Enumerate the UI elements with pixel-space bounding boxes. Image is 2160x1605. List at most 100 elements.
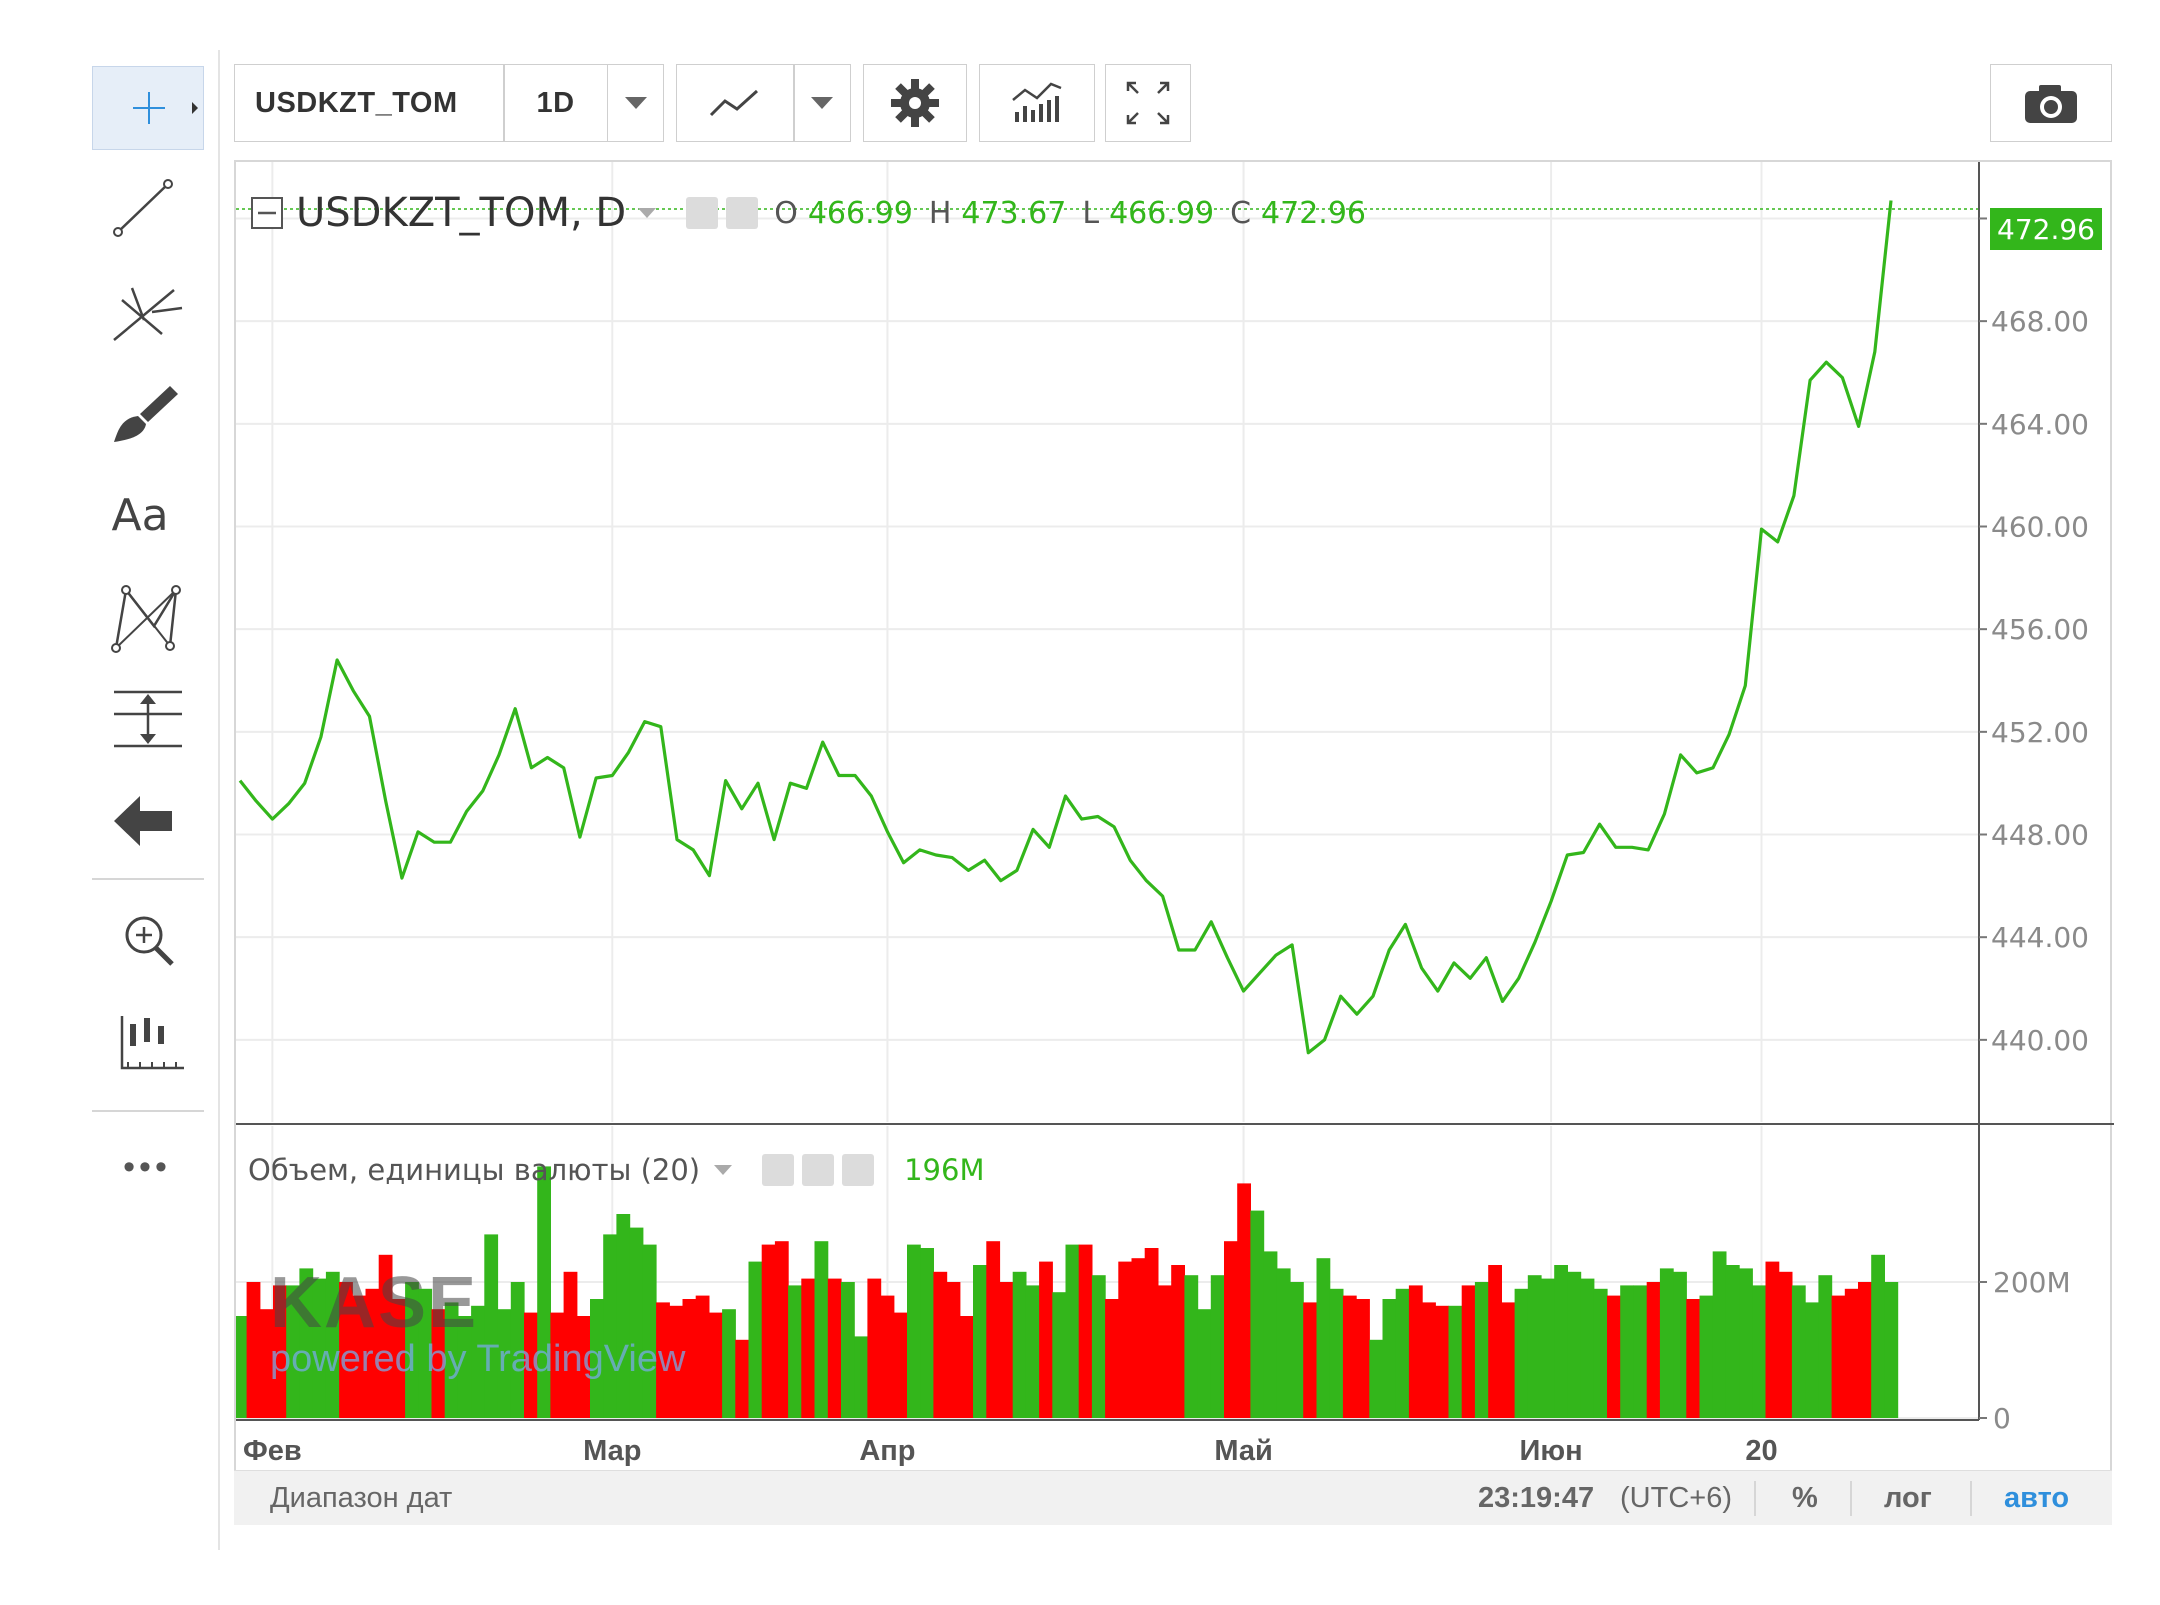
volume-bar [1712, 1251, 1727, 1418]
chevron-down-icon[interactable] [714, 1165, 733, 1175]
last-price-tag: 472.96 [1990, 208, 2102, 250]
gear-icon[interactable] [802, 1154, 835, 1186]
zoom-tool[interactable] [92, 898, 202, 980]
measure-icon [114, 690, 182, 748]
gear-icon[interactable] [726, 197, 759, 229]
gear-icon [891, 79, 939, 127]
volume-bar [748, 1261, 763, 1418]
volume-bar [1501, 1302, 1516, 1418]
volume-bar [1858, 1282, 1872, 1418]
volume-bar [1105, 1299, 1119, 1418]
volume-bar [1831, 1295, 1846, 1418]
chevron-down-icon [624, 97, 647, 109]
volume-bar [722, 1309, 736, 1418]
volume-bar [1171, 1265, 1185, 1418]
snapshot-button[interactable] [1990, 64, 2112, 142]
indicators-icon [1012, 82, 1062, 122]
pattern-tool[interactable] [92, 576, 202, 658]
x-tick-label: Июн [1520, 1435, 1583, 1467]
drawing-toolbar: Aa ••• [86, 50, 216, 1550]
volume-bar [959, 1316, 974, 1418]
y-tick-label: 456.00 [1991, 613, 2089, 646]
symbol-label: USDKZT_TOM [255, 86, 458, 119]
crosshair-tool[interactable] [92, 66, 204, 150]
volume-bar [1250, 1210, 1265, 1418]
trend-line-icon [113, 179, 173, 237]
symbol-search[interactable]: USDKZT_TOM [235, 65, 503, 141]
volume-bar [695, 1295, 710, 1418]
volume-bar [1118, 1261, 1133, 1418]
log-toggle[interactable]: лог [1884, 1471, 1932, 1526]
close-icon[interactable] [842, 1154, 875, 1186]
volume-bar [907, 1244, 921, 1418]
volume-bar [1131, 1258, 1146, 1418]
high-value: 473.67 [961, 195, 1067, 231]
volume-bar [1673, 1271, 1687, 1418]
settings-button[interactable] [863, 64, 967, 142]
clock-timezone[interactable]: (UTC+6) [1620, 1471, 1732, 1526]
measure-tool[interactable] [92, 678, 202, 760]
volume-bar [1686, 1299, 1701, 1418]
arrow-left-icon [114, 796, 172, 846]
chevron-down-icon[interactable] [638, 208, 657, 218]
volume-bar [920, 1248, 934, 1418]
volume-bar [1871, 1254, 1885, 1418]
price-line [238, 200, 1893, 1055]
eye-icon[interactable] [686, 197, 719, 229]
volume-bar [1514, 1288, 1529, 1418]
volume-bar [1329, 1288, 1344, 1418]
volume-bar [1210, 1275, 1225, 1418]
y-tick-label: 444.00 [1991, 921, 2089, 954]
toolbar-divider [92, 878, 204, 880]
interval-dropdown[interactable] [608, 65, 663, 141]
volume-bar [854, 1336, 868, 1418]
volume-bar [1739, 1268, 1753, 1418]
trend-line-tool[interactable] [92, 168, 202, 250]
volume-bar [880, 1295, 895, 1418]
open-label: O [774, 195, 798, 231]
volume-bar [999, 1282, 1014, 1418]
brush-tool[interactable] [92, 372, 202, 454]
more-tool[interactable]: ••• [92, 1126, 202, 1208]
chart-style-dropdown[interactable] [795, 65, 851, 141]
fit-tool[interactable] [92, 1000, 202, 1082]
volume-bar [986, 1241, 1001, 1418]
chart-style-group [676, 64, 851, 142]
chevron-down-icon [811, 97, 834, 109]
volume-bar [1620, 1285, 1634, 1418]
text-tool[interactable]: Aa [92, 474, 202, 556]
pitchfork-tool[interactable] [92, 270, 202, 352]
pattern-icon [111, 585, 181, 653]
back-tool[interactable] [92, 780, 202, 862]
volume-bar [1488, 1265, 1502, 1418]
indicators-button[interactable] [979, 64, 1095, 142]
collapse-icon[interactable] [250, 196, 284, 230]
volume-bar [1752, 1285, 1767, 1418]
volume-bar [1224, 1241, 1238, 1418]
y-tick-label: 200M [1993, 1266, 2071, 1299]
x-tick-label: 20 [1745, 1435, 1777, 1467]
divider [1754, 1481, 1756, 1516]
volume-bar [1039, 1261, 1053, 1418]
date-range-button[interactable]: Диапазон дат [270, 1471, 452, 1526]
volume-bar [1369, 1339, 1384, 1418]
auto-toggle[interactable]: авто [2004, 1471, 2069, 1526]
chart-style-button[interactable] [677, 65, 793, 141]
volume-bar [708, 1312, 723, 1418]
fullscreen-button[interactable] [1105, 64, 1191, 142]
divider [1850, 1481, 1852, 1516]
volume-bar [1818, 1275, 1833, 1418]
powered-by-text: powered by TradingView [270, 1338, 686, 1380]
volume-bar [801, 1278, 816, 1418]
y-tick-label: 464.00 [1991, 408, 2089, 441]
volume-bar [1091, 1275, 1106, 1418]
volume-bar [1422, 1302, 1436, 1418]
y-tick-label: 452.00 [1991, 716, 2089, 749]
volume-bar [1580, 1278, 1595, 1418]
volume-bar [1435, 1305, 1450, 1418]
volume-bar [1052, 1292, 1067, 1418]
eye-icon[interactable] [762, 1154, 795, 1186]
interval-button[interactable]: 1D [505, 65, 607, 141]
volume-bar [933, 1271, 948, 1418]
percent-toggle[interactable]: % [1792, 1471, 1818, 1526]
